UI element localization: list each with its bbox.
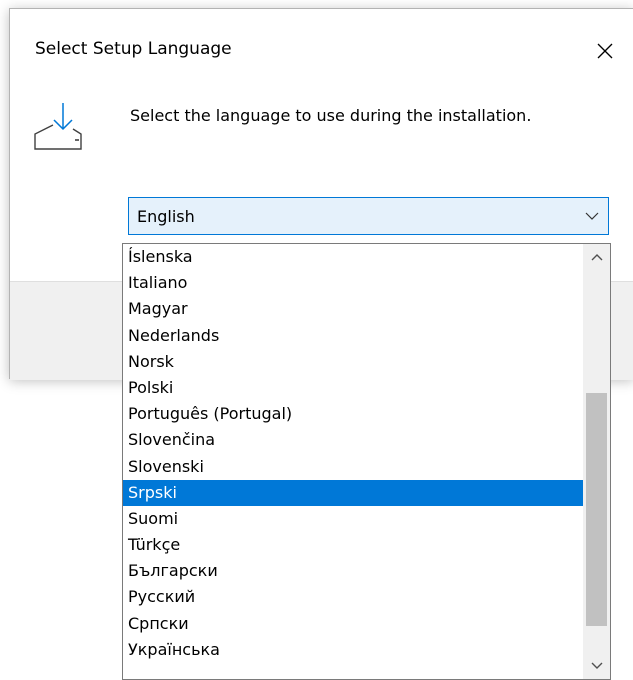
scroll-up-button[interactable] (583, 244, 610, 270)
chevron-up-icon (591, 254, 602, 261)
language-select-value: English (137, 207, 195, 226)
language-option[interactable]: Magyar (123, 296, 584, 322)
language-option[interactable]: Türkçe (123, 532, 584, 558)
close-button[interactable] (585, 33, 625, 69)
language-option[interactable]: Русский (123, 584, 584, 610)
install-tray-icon (34, 103, 82, 150)
language-option[interactable]: Български (123, 558, 584, 584)
scrollbar[interactable] (583, 244, 610, 679)
chevron-down-icon (585, 212, 599, 220)
language-option[interactable]: Íslenska (123, 244, 584, 270)
language-option[interactable]: Srpski (123, 479, 584, 506)
chevron-down-icon (591, 662, 602, 669)
scroll-thumb[interactable] (586, 392, 607, 627)
language-option[interactable]: Nederlands (123, 323, 584, 349)
language-options: Íslenska Italiano Magyar Nederlands Norsk Pol… (123, 244, 584, 679)
scroll-down-button[interactable] (583, 653, 610, 679)
language-option[interactable]: Slovenski (123, 454, 584, 480)
close-icon (597, 43, 613, 59)
language-select[interactable]: English (128, 197, 609, 235)
language-option[interactable]: Norsk (123, 349, 584, 375)
language-option[interactable]: Italiano (123, 270, 584, 296)
language-option[interactable]: Српски (123, 611, 584, 637)
language-option[interactable]: Português (Portugal) (123, 401, 584, 427)
instruction-text: Select the language to use during the in… (130, 106, 532, 125)
language-dropdown-list: Íslenska Italiano Magyar Nederlands Norsk Pol… (122, 243, 611, 680)
language-option[interactable]: Українська (123, 637, 584, 663)
title-bar: Select Setup Language (10, 9, 633, 81)
language-option[interactable]: Polski (123, 375, 584, 401)
language-option[interactable]: Suomi (123, 506, 584, 532)
dialog-title: Select Setup Language (35, 39, 232, 59)
language-option[interactable]: Slovenčina (123, 427, 584, 453)
